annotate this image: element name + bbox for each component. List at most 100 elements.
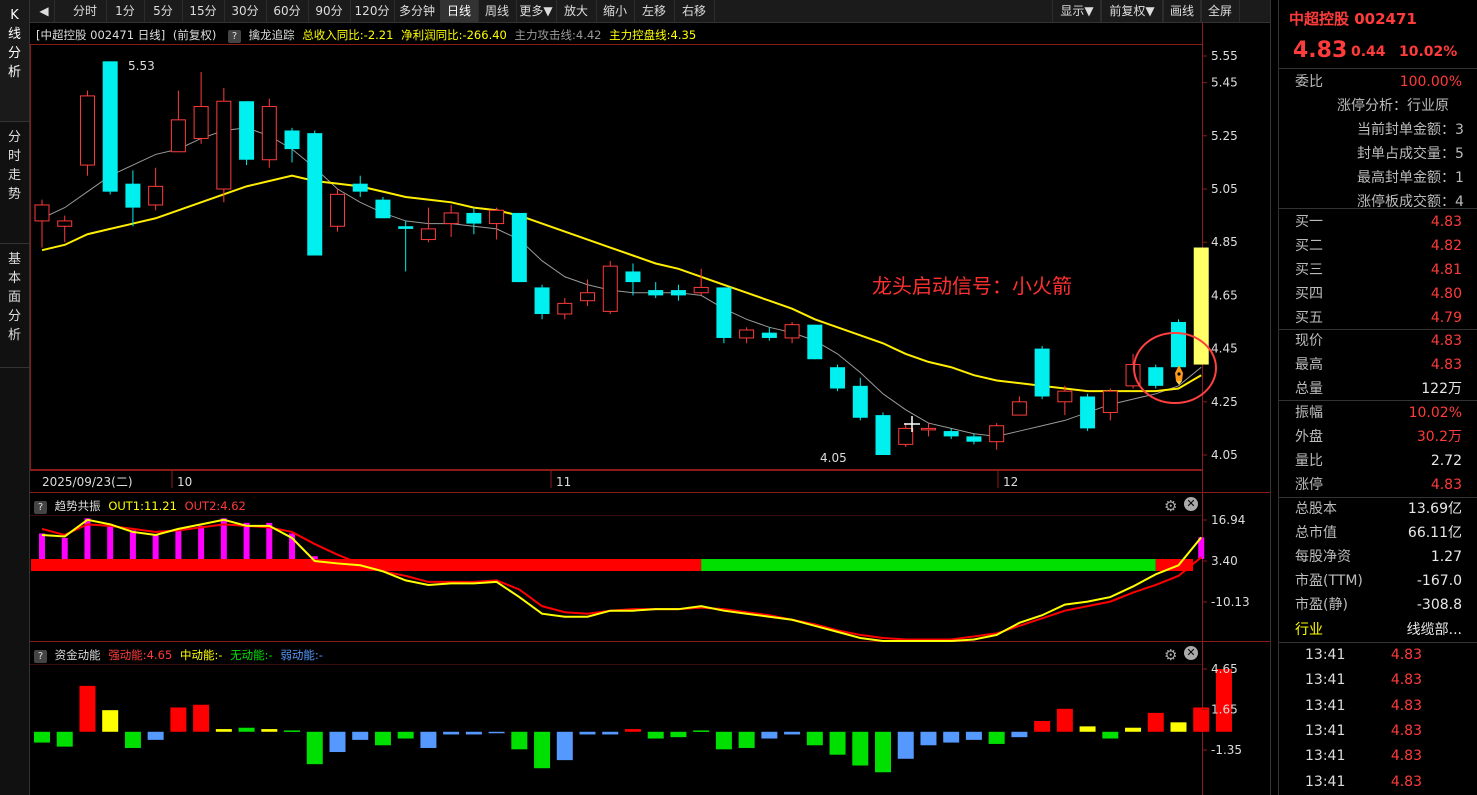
limit-analysis-row: 当前封单金额：3 (1279, 118, 1477, 142)
candle-body (898, 427, 914, 445)
candle (329, 189, 345, 232)
sub1-header: ? 趋势共振 OUT1:11.21 OUT2:4.62 (30, 496, 250, 516)
candle-body (57, 220, 73, 227)
fundamental-row: 市盈(静) -308.8 (1279, 593, 1477, 617)
tick-time: 13:41 (1305, 697, 1346, 714)
stat-row: 涨停 4.83 (1279, 473, 1477, 497)
limit-analysis-text: 当前封单金额：3 (1357, 122, 1464, 138)
candle (239, 101, 255, 166)
bid-row[interactable]: 买五 4.79 (1279, 306, 1477, 330)
price-axis-label: 5.05 (1211, 182, 1238, 196)
sub2-weak: 弱动能:- (280, 648, 323, 662)
candle (79, 90, 95, 176)
momentum-bar (284, 730, 301, 732)
candle (807, 324, 823, 360)
candle-body (966, 436, 982, 442)
candle (1011, 396, 1027, 416)
gear-icon[interactable]: ⚙ (1164, 497, 1177, 515)
fundamental-row-value: -308.8 (1416, 597, 1462, 613)
candle-body (670, 290, 686, 296)
candle (489, 207, 505, 240)
bid-row[interactable]: 买四 4.80 (1279, 282, 1477, 306)
tick-price: 4.83 (1390, 672, 1422, 689)
candle-body (1034, 348, 1050, 397)
chart-canvas[interactable]: 5.55 5.45 5.25 5.05 4.85 4.65 4.45 4.25 4.05 202… (0, 0, 1277, 795)
candle (57, 215, 73, 243)
momentum-bar (443, 731, 460, 735)
candle (443, 204, 459, 237)
industry-label: 行业 (1295, 622, 1323, 638)
close-icon[interactable]: ✕ (1184, 497, 1198, 511)
low-label: 4.05 (820, 451, 847, 465)
gear-icon[interactable]: ⚙ (1164, 646, 1177, 664)
stat-row-label: 最高 (1295, 357, 1323, 373)
momentum-bar (534, 731, 551, 769)
stock-title: 中超控股 002471 (1289, 8, 1417, 29)
momentum-bar (829, 731, 846, 755)
tick-time: 13:41 (1305, 647, 1346, 663)
limit-analysis-row: 最高封单金额：1 (1279, 166, 1477, 190)
industry-row[interactable]: 行业 线缆部... (1279, 618, 1477, 642)
trend-bar (129, 530, 136, 560)
help-icon[interactable]: ? (34, 650, 47, 663)
candle (716, 287, 732, 344)
candle (352, 175, 368, 197)
candle-body (443, 212, 459, 225)
candle-body (1080, 396, 1096, 429)
candle (148, 167, 164, 211)
fundamental-row-label: 市盈(静) (1295, 597, 1348, 613)
trend-bar (243, 522, 250, 560)
momentum-bar (920, 731, 937, 746)
momentum-bar (1056, 708, 1073, 732)
bid-row-label: 买五 (1295, 310, 1323, 326)
candle (125, 170, 141, 227)
momentum-bar (875, 731, 892, 773)
tick-price: 4.83 (1390, 697, 1422, 714)
stat-row-label: 量比 (1295, 453, 1323, 469)
stat-row-label: 现价 (1295, 333, 1323, 349)
tick-row: 13:41 4.83 (1279, 770, 1477, 794)
candle-body (943, 431, 959, 437)
momentum-bar (261, 729, 278, 732)
candle-body (648, 290, 664, 296)
stat-row-label: 总量 (1295, 381, 1323, 397)
tick-price: 4.83 (1390, 647, 1422, 663)
stat-row-value: 2.72 (1430, 453, 1462, 469)
candle (648, 282, 664, 299)
momentum-bar (1079, 726, 1096, 732)
bid-row-value: 4.83 (1430, 214, 1462, 230)
momentum-bar (943, 731, 960, 743)
momentum-bar (488, 731, 505, 734)
bid-row[interactable]: 买二 4.82 (1279, 234, 1477, 258)
candle (625, 263, 641, 296)
bid-row[interactable]: 买一 4.83 (1279, 210, 1477, 234)
candle-body (398, 226, 414, 229)
tick-row: 13:41 4.83 (1279, 719, 1477, 743)
bid-row-label: 买二 (1295, 238, 1323, 254)
momentum-bar (374, 731, 391, 746)
limit-analysis-row: 封单占成交量：5 (1279, 142, 1477, 166)
tick-time: 13:41 (1305, 722, 1346, 739)
candle-body (148, 185, 164, 206)
fundamental-row-value: 13.69亿 (1407, 501, 1462, 517)
momentum-bar (1147, 712, 1164, 732)
candle-body (580, 292, 596, 302)
candle (784, 322, 800, 344)
momentum-bar (738, 731, 755, 748)
stock-code: 002471 (1354, 10, 1417, 28)
candle-body (511, 212, 527, 283)
candle (102, 61, 118, 195)
industry-value: 线缆部... (1406, 622, 1462, 638)
close-icon[interactable]: ✕ (1184, 646, 1198, 660)
bid-row[interactable]: 买三 4.81 (1279, 258, 1477, 282)
price-axis-label: 4.85 (1211, 235, 1238, 249)
candle-body (1011, 401, 1027, 416)
candle (966, 433, 982, 445)
price-axis-label: 5.45 (1211, 76, 1238, 90)
candle (602, 260, 618, 315)
candle (216, 87, 232, 203)
sub2-none: 无动能:- (230, 648, 273, 662)
help-icon[interactable]: ? (34, 501, 47, 514)
momentum-bar (124, 731, 141, 748)
candle-body (784, 324, 800, 339)
